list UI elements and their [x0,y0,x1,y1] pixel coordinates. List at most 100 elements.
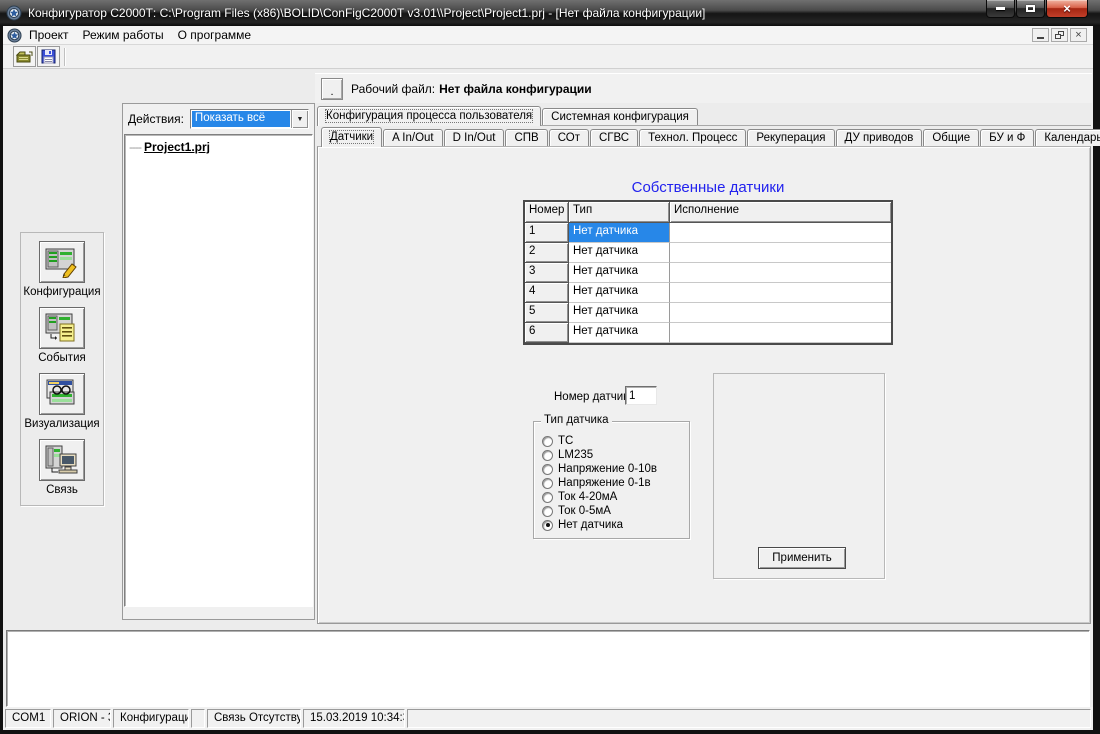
row-type-cell[interactable]: Нет датчика [569,303,670,323]
sensor-type-radio[interactable]: Напряжение 0-1в [542,476,681,490]
row-implementation-cell[interactable] [670,303,891,323]
tree-item-label[interactable]: Project1.prj [144,140,210,154]
tree-line: ---- [129,140,141,154]
menu-bar: Проект Режим работы О программе × [3,26,1093,45]
save-button[interactable] [37,46,60,67]
project-tree[interactable]: ----Project1.prj [124,134,313,607]
sensor-type-radio[interactable]: LM235 [542,448,681,462]
sub-tab[interactable]: D In/Out [444,129,505,146]
row-type-cell[interactable]: Нет датчика [569,323,670,343]
log-area[interactable] [6,630,1090,707]
row-implementation-cell[interactable] [670,223,891,243]
sub-tab[interactable]: Календарь [1035,129,1100,146]
sidebar-item-events: События [38,307,85,364]
table-row[interactable]: 4 Нет датчика [525,283,891,303]
sub-tab[interactable]: A In/Out [383,129,443,146]
actions-row: Действия: Показать всё ▼ [123,104,314,134]
configuration-button[interactable] [39,241,85,283]
sub-tab[interactable]: Технол. Процесс [639,129,746,146]
window-frame: Конфигуратор С2000Т: C:\Program Files (x… [0,0,1100,734]
status-com-port: COM1 [5,709,51,728]
working-file-bar: . Рабочий файл: Нет файла конфигурации [315,73,1092,103]
row-implementation-cell[interactable] [670,283,891,303]
open-project-button[interactable] [13,46,36,67]
sensor-number-input[interactable] [625,386,657,405]
sidebar-label: Конфигурация [23,286,100,298]
row-implementation-cell[interactable] [670,243,891,263]
sub-tab[interactable]: СОт [549,129,589,146]
events-button[interactable] [39,307,85,349]
title-bar[interactable]: Конфигуратор С2000Т: C:\Program Files (x… [0,0,1100,26]
table-row[interactable]: 3 Нет датчика [525,263,891,283]
sub-tab[interactable]: Рекуперация [747,129,834,146]
table-row[interactable]: 5 Нет датчика [525,303,891,323]
link-button[interactable] [39,439,85,481]
mdi-restore-button[interactable] [1051,28,1068,42]
mdi-minimize-button[interactable] [1032,28,1049,42]
mdi-app-icon [7,28,22,43]
sensor-type-radio[interactable]: Нет датчика [542,518,681,532]
radio-icon [542,520,553,531]
sub-tab[interactable]: СПВ [505,129,547,146]
status-datetime: 15.03.2019 10:34:35 [303,709,405,728]
sub-tab[interactable]: БУ и Ф [980,129,1034,146]
app-icon [6,5,22,21]
table-row[interactable]: 1 Нет датчика [525,223,891,243]
top-tab[interactable]: Системная конфигурация [542,108,698,125]
browse-file-button[interactable]: . [321,78,343,100]
tree-item-project[interactable]: ----Project1.prj [129,140,308,154]
sensor-type-radio[interactable]: ТС [542,434,681,448]
sensor-type-groupbox: Тип датчика ТС LM235 [533,421,690,539]
close-button[interactable]: × [1046,0,1088,18]
row-type-cell[interactable]: Нет датчика [569,283,670,303]
sensor-type-radio[interactable]: Напряжение 0-10в [542,462,681,476]
row-number-cell[interactable]: 4 [525,283,569,303]
radio-label: Нет датчика [558,519,623,531]
sub-tab[interactable]: ДУ приводов [836,129,923,146]
row-implementation-cell[interactable] [670,263,891,283]
sensor-type-radio[interactable]: Ток 0-5мА [542,504,681,518]
sensors-tab-page: Собственные датчики Номер Тип Исполнение… [317,146,1091,624]
save-icon [41,49,56,64]
top-tab[interactable]: Конфигурация процесса пользователя [317,106,541,126]
row-implementation-cell[interactable] [670,323,891,343]
menu-project[interactable]: Проект [22,27,76,43]
minimize-button[interactable] [986,0,1015,18]
minimize-icon [996,7,1005,10]
maximize-button[interactable] [1016,0,1045,18]
row-type-cell[interactable]: Нет датчика [569,263,670,283]
mdi-close-button[interactable]: × [1070,28,1087,42]
row-number-cell[interactable]: 1 [525,223,569,243]
window-title: Конфигуратор С2000Т: C:\Program Files (x… [28,6,705,20]
actions-combobox[interactable]: Показать всё ▼ [190,109,309,129]
row-number-cell[interactable]: 6 [525,323,569,343]
sensor-type-radio[interactable]: Ток 4-20мА [542,490,681,504]
sidebar-item-link: Связь [39,439,85,496]
sub-tab[interactable]: Датчики [321,127,382,147]
sub-tab[interactable]: Общие [923,129,979,146]
sub-tab[interactable]: СГВС [590,129,638,146]
row-number-cell[interactable]: 5 [525,303,569,323]
menu-about[interactable]: О программе [171,27,258,43]
table-body: 1 Нет датчика 2 Нет датчика [525,223,891,343]
visualization-button[interactable] [39,373,85,415]
mode-sidebar: Конфигурация События [20,232,104,506]
menu-mode[interactable]: Режим работы [76,27,171,43]
sidebar-item-visualization: Визуализация [24,373,99,430]
table-row[interactable]: 6 Нет датчика [525,323,891,343]
mdi-restore-icon [1055,31,1064,39]
mdi-window-buttons: × [1032,28,1089,42]
sidebar-label: Связь [46,484,78,496]
row-type-cell[interactable]: Нет датчика [569,243,670,263]
radio-label: Напряжение 0-10в [558,463,657,475]
sensor-type-group-title: Тип датчика [541,414,612,426]
radio-icon [542,450,553,461]
row-number-cell[interactable]: 3 [525,263,569,283]
table-row[interactable]: 2 Нет датчика [525,243,891,263]
maximize-icon [1026,5,1035,12]
row-number-cell[interactable]: 2 [525,243,569,263]
apply-button[interactable]: Применить [758,547,846,569]
row-type-cell[interactable]: Нет датчика [569,223,670,243]
events-icon [44,312,80,344]
combo-dropdown-button[interactable]: ▼ [291,110,308,128]
